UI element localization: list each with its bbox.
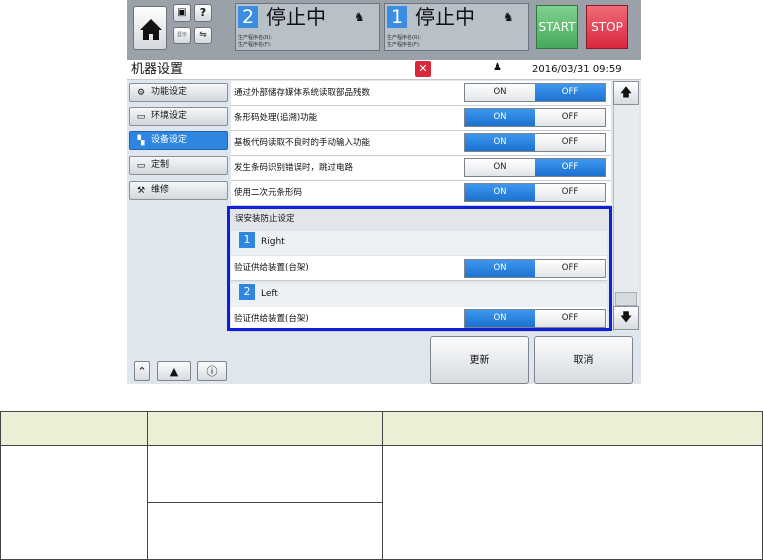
table-cell — [147, 445, 383, 503]
info-button[interactable]: ⓘ — [197, 361, 227, 381]
maintenance-icon: ⚒ — [136, 186, 146, 196]
sidebar-item-device-settings[interactable]: ▚ 设备设定 — [129, 131, 228, 150]
empty-table — [0, 411, 763, 560]
warning-icon: ▲ — [169, 365, 179, 378]
table-cell — [0, 445, 148, 560]
book-icon: ▣ — [177, 7, 187, 18]
off-option[interactable]: OFF — [535, 184, 605, 201]
page-title: 机器设置 — [131, 62, 184, 77]
setting-label: 发生条码识别错误时，跳过电路 — [234, 163, 354, 173]
setting-label: 基板代码读取不良时的手动输入功能 — [234, 138, 371, 148]
lane2-program-f: 生产程序名(F): — [238, 42, 272, 48]
sidebar-item-environment-settings[interactable]: ▭ 环境设定 — [129, 107, 228, 126]
lane1-number: 1 — [387, 6, 407, 28]
on-option[interactable]: ON — [465, 184, 535, 201]
display-label: 显示 — [176, 32, 187, 38]
table-header-cell — [0, 411, 148, 446]
start-button[interactable]: START — [536, 5, 578, 49]
lane2-program-r: 生产程序名(R): — [238, 35, 273, 41]
setting-row: 通过外部储存媒体系统读取部品残数 ON OFF — [231, 81, 611, 106]
close-icon: ✕ — [418, 62, 428, 75]
lane1-program-f: 生产程序名(F): — [387, 42, 421, 48]
setting-label: 条形码处理(追溯)功能 — [234, 113, 318, 123]
off-option[interactable]: OFF — [535, 84, 605, 101]
top-status-bar: ▣ ? 显示 ⇋ 2 停止中 ♞ 生产程序名(R): 生产程序名(F): 1 停… — [127, 0, 641, 60]
on-option[interactable]: ON — [465, 159, 535, 176]
sidebar-item-customize[interactable]: ▭ 定制 — [129, 156, 228, 175]
conveyor-button[interactable]: ⇋ — [194, 27, 212, 44]
stop-button[interactable]: STOP — [586, 5, 628, 49]
scroll-down-button[interactable]: 🡇 — [613, 306, 639, 330]
setting-label: 使用二次元条形码 — [234, 188, 303, 198]
table-cell — [382, 445, 763, 560]
off-option[interactable]: OFF — [535, 159, 605, 176]
title-bar: 机器设置 ✕ ♟ 2016/03/31 09:59 — [127, 60, 641, 80]
warning-button[interactable]: ▲ — [157, 361, 191, 381]
arrow-up-icon: 🡅 — [619, 85, 633, 99]
setting-row: 条形码处理(追溯)功能 ON OFF — [231, 106, 611, 131]
conveyor-icon: ⇋ — [199, 30, 207, 40]
table-row — [0, 445, 763, 560]
on-option[interactable]: ON — [465, 84, 535, 101]
arrow-down-icon: 🡇 — [619, 310, 633, 324]
close-button[interactable]: ✕ — [415, 61, 431, 77]
sidebar-item-maintenance[interactable]: ⚒ 维修 — [129, 181, 228, 200]
setting-row: 使用二次元条形码 ON OFF — [231, 181, 611, 206]
table-header-cell — [382, 411, 763, 446]
on-option[interactable]: ON — [465, 134, 535, 151]
on-off-toggle[interactable]: ON OFF — [464, 133, 606, 152]
sidebar-item-label: 环境设定 — [151, 111, 188, 121]
collapse-button[interactable]: ⌃ — [134, 361, 150, 381]
lane1-status-text: 停止中 — [415, 5, 475, 29]
setting-row: 基板代码读取不良时的手动输入功能 ON OFF — [231, 131, 611, 156]
user-icon: ♟ — [493, 62, 502, 73]
lane2-number: 2 — [238, 6, 258, 28]
on-off-toggle[interactable]: ON OFF — [464, 183, 606, 202]
home-icon — [140, 19, 162, 40]
on-off-toggle[interactable]: ON OFF — [464, 108, 606, 127]
sidebar-item-label: 设备设定 — [151, 135, 188, 145]
sidebar-item-label: 维修 — [151, 185, 170, 195]
lane2-status-text: 停止中 — [266, 5, 326, 29]
monitor-gear-icon: ▭ — [136, 161, 146, 171]
sidebar-item-function-settings[interactable]: ⚙ 功能设定 — [129, 83, 228, 102]
table-cell — [147, 502, 383, 560]
display-button[interactable]: 显示 — [173, 27, 191, 44]
setting-row: 发生条码识别错误时，跳过电路 ON OFF — [231, 156, 611, 181]
scrollbar-thumb[interactable] — [615, 292, 637, 306]
info-icon: ⓘ — [206, 365, 218, 378]
question-icon: ? — [199, 6, 207, 19]
sidebar-item-label: 定制 — [151, 160, 170, 170]
off-option[interactable]: OFF — [535, 109, 605, 126]
help-button[interactable]: ? — [194, 4, 212, 22]
on-off-toggle[interactable]: ON OFF — [464, 158, 606, 177]
lane1-mode-icon: ♞ — [503, 10, 514, 24]
off-option[interactable]: OFF — [535, 134, 605, 151]
monitor-icon: ▭ — [136, 112, 146, 122]
machine-icon: ▚ — [137, 136, 145, 146]
home-button[interactable] — [133, 6, 167, 50]
lane1-program-r: 生产程序名(R): — [387, 35, 422, 41]
on-off-toggle[interactable]: ON OFF — [464, 83, 606, 102]
datetime: 2016/03/31 09:59 — [532, 64, 622, 75]
book-icon-button[interactable]: ▣ — [173, 4, 191, 22]
cancel-button[interactable]: 取消 — [534, 336, 633, 384]
lane2-mode-icon: ♞ — [354, 10, 365, 24]
table-header-cell — [147, 411, 383, 446]
double-chevron-up-icon: ⌃ — [137, 365, 147, 378]
lane1-status-panel: 1 停止中 ♞ 生产程序名(R): 生产程序名(F): — [384, 3, 529, 51]
scroll-up-button[interactable]: 🡅 — [613, 81, 639, 105]
machine-settings-screen: ▣ ? 显示 ⇋ 2 停止中 ♞ 生产程序名(R): 生产程序名(F): 1 停… — [127, 0, 641, 384]
table-header-row — [0, 411, 763, 446]
sidebar-item-label: 功能设定 — [151, 87, 188, 97]
setting-label: 通过外部储存媒体系统读取部品残数 — [234, 88, 371, 98]
on-option[interactable]: ON — [465, 109, 535, 126]
highlight-frame — [227, 206, 612, 331]
gear-icon: ⚙ — [136, 88, 146, 98]
update-button[interactable]: 更新 — [430, 336, 529, 384]
lane2-status-panel: 2 停止中 ♞ 生产程序名(R): 生产程序名(F): — [235, 3, 380, 51]
